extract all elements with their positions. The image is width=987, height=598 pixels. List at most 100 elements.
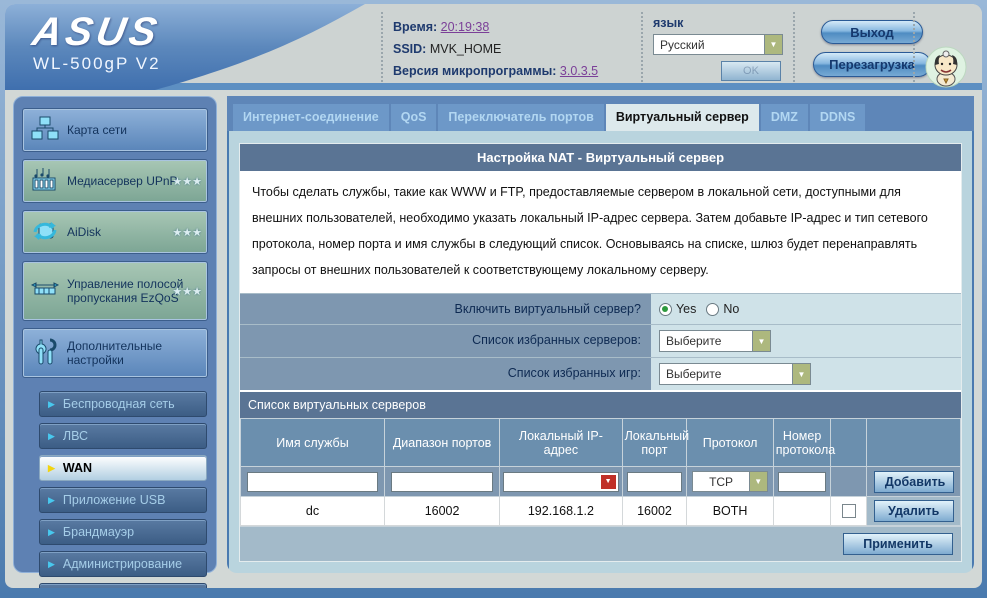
sidebar-item-aidisk[interactable]: AiDisk ★★★ (22, 210, 208, 254)
sidebar-item-wireless[interactable]: ▶ Беспроводная сеть (39, 391, 207, 417)
sidebar-item-label: Медиасервер UPnP (67, 174, 178, 188)
service-name-input[interactable] (247, 471, 378, 492)
tab-dmz[interactable]: DMZ (760, 104, 808, 131)
apply-button[interactable]: Применить (843, 533, 953, 555)
bandwidth-icon (29, 280, 61, 303)
sidebar-item-label: Карта сети (67, 123, 127, 137)
play-arrow-icon: ▶ (48, 526, 55, 537)
cell-local-ip: 192.168.1.2 (499, 496, 623, 526)
sub-item-label: Администрирование (62, 557, 183, 571)
sidebar-item-label: AiDisk (67, 225, 102, 239)
delete-button[interactable]: Удалить (873, 500, 954, 522)
header: ASUS WL-500gP V2 Время: 20:19:38 SSID: M… (5, 4, 982, 90)
logout-button[interactable]: Выход (821, 20, 923, 44)
play-arrow-icon: ▶ (48, 494, 55, 505)
table-row: dc 16002 192.168.1.2 16002 BOTH Удалить (240, 496, 961, 526)
section-title: Список виртуальных серверов (240, 392, 961, 418)
famous-servers-selected: Выберите (665, 334, 722, 348)
play-arrow-icon: ▶ (48, 398, 55, 409)
apply-row: Применить (240, 526, 961, 561)
radio-yes-label: Yes (675, 302, 697, 316)
tab-internet-connection[interactable]: Интернет-соединение (233, 104, 389, 131)
language-select[interactable]: Русский ▼ (653, 34, 783, 55)
sidebar-item-usb[interactable]: ▶ Приложение USB (39, 487, 207, 513)
cell-local-port: 16002 (621, 496, 688, 526)
sidebar-item-network-map[interactable]: Карта сети (22, 108, 208, 152)
model-label: WL-500gP V2 (33, 54, 161, 73)
asus-logo: ASUS (29, 10, 165, 54)
add-button[interactable]: Добавить (873, 470, 954, 493)
network-map-icon (29, 116, 61, 145)
form-row-famous-servers: Список избранных серверов: Выберите ▼ (240, 324, 961, 357)
app-window: ASUS WL-500gP V2 Время: 20:19:38 SSID: M… (5, 4, 982, 588)
tab-ddns[interactable]: DDNS (809, 104, 866, 131)
form-row-enable: Включить виртуальный сервер? Yes No (240, 293, 961, 324)
col-local-port: Локальный порт (621, 418, 689, 467)
chevron-down-icon[interactable]: ▼ (600, 474, 616, 489)
chevron-down-icon: ▼ (748, 472, 767, 491)
famous-games-label: Список избранных игр: (240, 358, 651, 390)
tab-virtual-server[interactable]: Виртуальный сервер (605, 104, 759, 131)
local-port-input[interactable] (627, 471, 682, 492)
col-service-name: Имя службы (240, 418, 385, 467)
page-title: Настройка NAT - Виртуальный сервер (240, 144, 961, 171)
firmware-link[interactable]: 3.0.3.5 (560, 64, 598, 78)
doctor-helper-icon[interactable] (925, 46, 967, 88)
sidebar-item-ezqos[interactable]: Управление полосой пропускания EzQoS ★★★ (22, 261, 208, 321)
protocol-select[interactable]: TCP ▼ (692, 471, 768, 492)
rating-stars: ★★★ (172, 175, 202, 188)
play-arrow-icon: ▶ (48, 430, 55, 441)
sidebar-item-advanced-settings[interactable]: Дополнительные настройки (22, 328, 208, 378)
aidisk-icon (29, 218, 61, 247)
sidebar-item-administration[interactable]: ▶ Администрирование (39, 551, 207, 577)
enable-virtual-server-label: Включить виртуальный сервер? (240, 294, 651, 324)
local-ip-combo[interactable]: ▼ (503, 471, 619, 492)
tab-content: Настройка NAT - Виртуальный сервер Чтобы… (227, 131, 974, 573)
header-divider (381, 12, 383, 82)
famous-games-selected: Выберите (665, 367, 722, 381)
col-protocol-no: Номер протокола (772, 418, 835, 467)
rating-stars: ★★★ (172, 285, 202, 298)
chevron-down-icon: ▼ (751, 331, 770, 351)
virtual-server-table: Имя службы Диапазон портов Локальный IP-… (240, 418, 961, 526)
table-input-row: ▼ TCP ▼ Добавить (240, 466, 961, 497)
radio-yes[interactable]: Yes (658, 302, 697, 316)
sub-item-label: Приложение USB (62, 493, 166, 507)
col-select (830, 418, 868, 467)
protocol-no-input[interactable] (778, 471, 827, 492)
cell-protocol: BOTH (686, 496, 774, 526)
language-apply-button[interactable]: OK (721, 61, 781, 81)
play-arrow-icon: ▶ (48, 558, 55, 569)
local-ip-input[interactable] (504, 473, 601, 490)
media-server-icon (29, 166, 61, 197)
tools-icon (29, 338, 61, 369)
sidebar-item-media-server[interactable]: Медиасервер UPnP ★★★ (22, 159, 208, 203)
tab-qos[interactable]: QoS (390, 104, 437, 131)
play-arrow-icon: ▶ (48, 462, 55, 473)
port-range-input[interactable] (390, 471, 494, 492)
sidebar-item-system-log[interactable]: ▶ Системный журнал (39, 583, 207, 588)
firmware-label: Версия микропрограммы: (393, 64, 557, 78)
radio-no[interactable]: No (706, 302, 739, 316)
main-panel: Интернет-соединение QoS Переключатель по… (227, 96, 974, 573)
time-link[interactable]: 20:19:38 (441, 20, 490, 34)
header-divider (793, 12, 795, 82)
col-local-ip: Локальный IP-адрес (499, 418, 623, 467)
page-body: Карта сети Медиасервер UPnP ★★★ AiDisk ★… (5, 90, 982, 588)
row-checkbox[interactable] (841, 504, 856, 519)
radio-no-label: No (723, 302, 740, 316)
sidebar-item-wan[interactable]: ▶ WAN (39, 455, 207, 481)
advanced-submenu: ▶ Беспроводная сеть ▶ ЛВС ▶ WAN ▶ Прилож… (39, 391, 207, 588)
sub-item-label: WAN (62, 461, 93, 475)
description-text: Чтобы сделать службы, такие как WWW и FT… (240, 171, 961, 293)
language-block: язык Русский ▼ OK (653, 16, 783, 81)
chevron-down-icon: ▼ (791, 364, 810, 384)
famous-servers-select[interactable]: Выберите ▼ (658, 330, 771, 352)
sidebar-item-firewall[interactable]: ▶ Брандмауэр (39, 519, 207, 545)
sidebar-item-lan[interactable]: ▶ ЛВС (39, 423, 207, 449)
tab-port-trigger[interactable]: Переключатель портов (438, 104, 604, 131)
famous-games-select[interactable]: Выберите ▼ (658, 363, 811, 385)
cell-protocol-no (772, 496, 832, 526)
sidebar-item-label: Дополнительные настройки (67, 339, 162, 367)
device-info: Время: 20:19:38 SSID: MVK_HOME Версия ми… (393, 16, 598, 82)
